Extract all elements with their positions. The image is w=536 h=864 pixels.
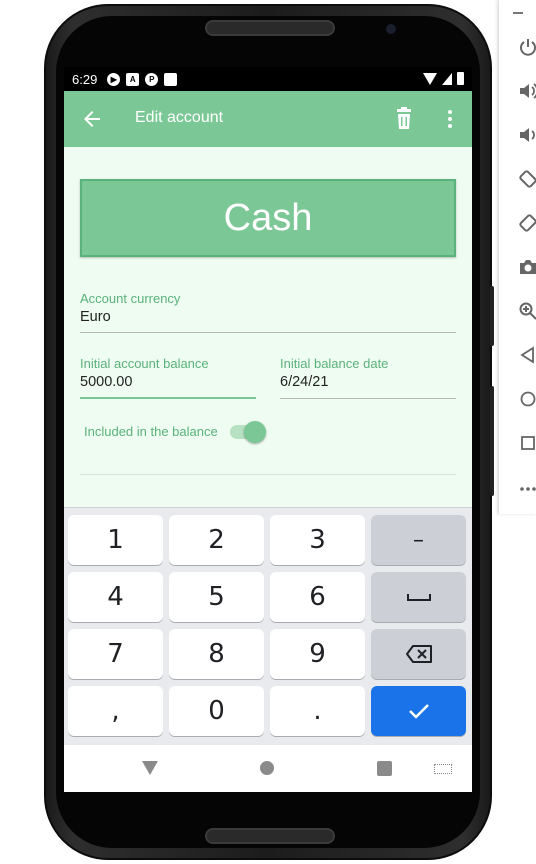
field-underline-active xyxy=(80,397,256,399)
backspace-icon xyxy=(405,645,432,663)
divider xyxy=(80,474,456,475)
account-name-field[interactable]: Cash xyxy=(80,179,456,257)
key-5[interactable]: 5 xyxy=(169,572,264,622)
key-1[interactable]: 1 xyxy=(68,515,163,565)
top-speaker xyxy=(205,20,335,36)
rotate-left-icon[interactable] xyxy=(518,169,536,189)
key-period[interactable]: . xyxy=(270,686,365,736)
more-icon[interactable] xyxy=(518,477,536,497)
camera-icon[interactable] xyxy=(518,257,536,277)
initial-date-value: 6/24/21 xyxy=(280,374,329,390)
minimize-icon[interactable] xyxy=(513,12,523,14)
arrow-left-icon[interactable] xyxy=(80,107,104,131)
space-icon xyxy=(406,594,431,601)
volume-up-icon[interactable] xyxy=(518,81,536,101)
volume-side-button xyxy=(490,386,494,496)
rotate-right-icon[interactable] xyxy=(518,213,536,233)
key-2[interactable]: 2 xyxy=(169,515,264,565)
back-icon[interactable] xyxy=(518,345,536,365)
key-minus[interactable]: – xyxy=(371,515,466,565)
key-7[interactable]: 7 xyxy=(68,629,163,679)
p-icon: P xyxy=(145,72,159,86)
emulator-toolbar xyxy=(498,0,536,514)
zoom-icon[interactable] xyxy=(518,301,536,321)
initial-date-label: Initial balance date xyxy=(280,356,389,371)
key-8[interactable]: 8 xyxy=(169,629,264,679)
home-nav-icon[interactable] xyxy=(260,761,274,775)
initial-date-field[interactable]: Initial balance date 6/24/21 xyxy=(280,356,456,399)
app-bar: Edit account xyxy=(64,91,472,147)
numeric-keyboard: 1 2 3 – 4 5 6 7 8 9 , 0 . xyxy=(64,507,472,745)
bottom-speaker xyxy=(205,828,335,844)
included-balance-label: Included in the balance xyxy=(84,424,218,439)
key-backspace[interactable] xyxy=(371,629,466,679)
more-vert-icon[interactable] xyxy=(444,107,456,131)
power-icon[interactable] xyxy=(518,37,536,57)
stage: 6:29 ▶ A P Edit account Cash Account cur… xyxy=(0,0,536,864)
key-space[interactable] xyxy=(371,572,466,622)
key-done[interactable] xyxy=(371,686,466,736)
field-underline xyxy=(80,332,456,333)
check-icon xyxy=(408,704,429,719)
key-4[interactable]: 4 xyxy=(68,572,163,622)
sd-card-icon xyxy=(164,72,178,86)
account-currency-label: Account currency xyxy=(80,291,181,306)
cellular-icon xyxy=(442,72,452,85)
power-side-button xyxy=(490,286,494,346)
key-3[interactable]: 3 xyxy=(270,515,365,565)
key-0[interactable]: 0 xyxy=(169,686,264,736)
phone-screen: 6:29 ▶ A P Edit account Cash Account cur… xyxy=(64,67,472,792)
volume-down-icon[interactable] xyxy=(518,125,536,145)
included-balance-row: Included in the balance xyxy=(84,420,266,443)
initial-balance-value: 5000.00 xyxy=(80,374,133,390)
navigation-bar xyxy=(64,745,472,792)
key-6[interactable]: 6 xyxy=(270,572,365,622)
keyboard-switch-icon[interactable] xyxy=(434,764,452,774)
field-underline xyxy=(280,398,456,399)
recents-nav-icon[interactable] xyxy=(377,761,392,776)
battery-icon xyxy=(457,72,464,85)
play-icon: ▶ xyxy=(107,72,121,86)
edit-account-form: Cash Account currency Euro Initial accou… xyxy=(64,147,472,507)
overview-icon[interactable] xyxy=(518,433,536,453)
status-time: 6:29 xyxy=(72,71,98,87)
initial-balance-label: Initial account balance xyxy=(80,356,209,371)
account-currency-field[interactable]: Account currency Euro xyxy=(80,291,456,333)
wifi-icon xyxy=(423,72,437,85)
a-icon: A xyxy=(126,72,140,86)
included-balance-switch[interactable] xyxy=(229,420,266,443)
trash-icon[interactable] xyxy=(394,107,414,131)
switch-knob xyxy=(243,420,266,443)
page-title: Edit account xyxy=(135,109,224,126)
account-name-value: Cash xyxy=(223,196,313,239)
status-bar: 6:29 ▶ A P xyxy=(64,67,472,91)
home-icon[interactable] xyxy=(518,389,536,409)
back-nav-icon[interactable] xyxy=(142,761,158,775)
key-comma[interactable]: , xyxy=(68,686,163,736)
key-9[interactable]: 9 xyxy=(270,629,365,679)
initial-balance-field[interactable]: Initial account balance 5000.00 xyxy=(80,356,256,399)
account-currency-value: Euro xyxy=(80,309,111,325)
front-camera xyxy=(386,24,396,34)
